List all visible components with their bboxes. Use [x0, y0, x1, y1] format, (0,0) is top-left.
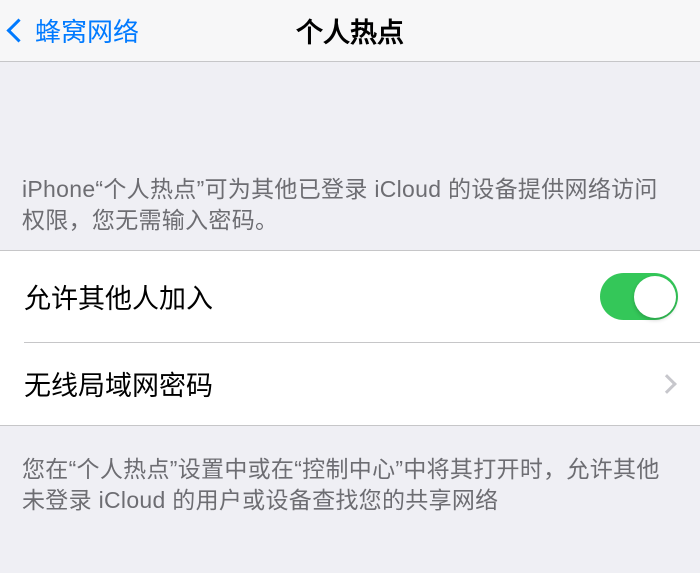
wifi-password-row[interactable]: 无线局域网密码: [0, 342, 700, 425]
allow-others-label: 允许其他人加入: [24, 277, 213, 316]
allow-others-toggle[interactable]: [600, 273, 678, 320]
chevron-left-icon: [6, 18, 30, 42]
footer-description-text: 您在“个人热点”设置中或在“控制中心”中将其打开时，允许其他未登录 iCloud…: [22, 454, 678, 516]
page-title: 个人热点: [296, 11, 404, 50]
footer-description-block: 您在“个人热点”设置中或在“控制中心”中将其打开时，允许其他未登录 iCloud…: [0, 426, 700, 530]
settings-group: 允许其他人加入 无线局域网密码: [0, 250, 700, 426]
header-description-block: iPhone“个人热点”可为其他已登录 iCloud 的设备提供网络访问权限，您…: [0, 62, 700, 250]
back-button[interactable]: 蜂窝网络: [0, 12, 139, 49]
wifi-password-label: 无线局域网密码: [24, 364, 213, 403]
navigation-bar: 蜂窝网络 个人热点: [0, 0, 700, 62]
toggle-knob: [634, 276, 676, 318]
back-label: 蜂窝网络: [35, 12, 139, 49]
chevron-right-icon: [657, 374, 677, 394]
header-description-text: iPhone“个人热点”可为其他已登录 iCloud 的设备提供网络访问权限，您…: [22, 174, 678, 236]
allow-others-row[interactable]: 允许其他人加入: [0, 251, 700, 342]
